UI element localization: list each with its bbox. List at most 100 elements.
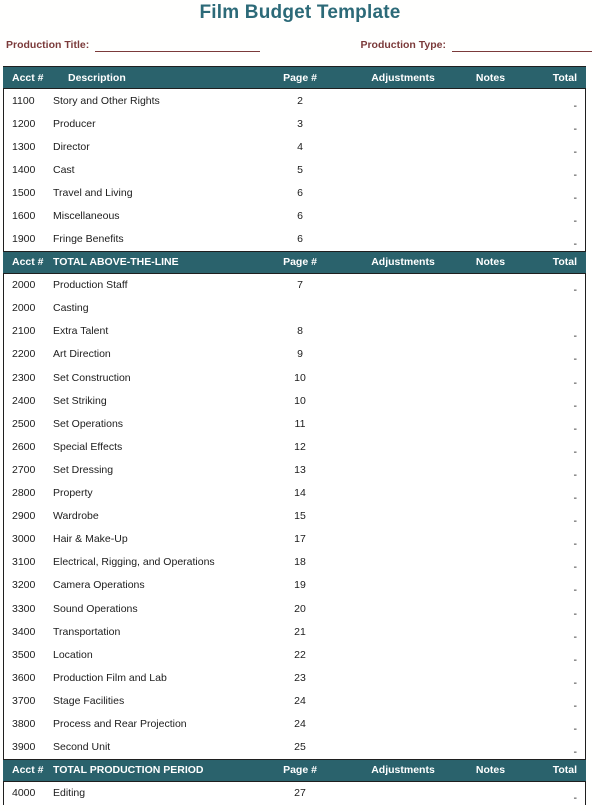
cell-acct: 2700: [12, 463, 36, 476]
table-column-header-row: Acct # Description Page # Adjustments Notes T…: [3, 66, 586, 89]
cell-desc: Art Direction: [53, 348, 111, 361]
cell-page: 24: [294, 717, 306, 730]
cell-page: 5: [297, 163, 303, 176]
cell-desc: Wardrobe: [53, 510, 99, 523]
table-row[interactable]: 2000 Production Staff 7 -: [4, 273, 585, 297]
column-header-total: Total: [552, 256, 577, 269]
table-row[interactable]: 4000 Editing 27 -: [4, 781, 585, 805]
cell-desc: Property: [53, 487, 93, 500]
cell-desc: Miscellaneous: [53, 210, 120, 223]
cell-page: 22: [294, 648, 306, 661]
table-row[interactable]: 3300 Sound Operations 20 -: [4, 596, 585, 621]
table-row[interactable]: 3800 Process and Rear Projection 24 -: [4, 712, 585, 736]
cell-desc: Set Striking: [53, 394, 107, 407]
cell-desc: Story and Other Rights: [53, 94, 160, 107]
cell-total: -: [573, 376, 578, 389]
cell-desc: Producer: [53, 117, 96, 130]
table-row[interactable]: 1300 Director 4 -: [4, 135, 585, 159]
cell-desc: Hair & Make-Up: [53, 533, 128, 546]
cell-acct: 3100: [12, 556, 36, 569]
cell-acct: 2000: [12, 279, 36, 292]
cell-desc: Set Dressing: [53, 463, 114, 476]
table-row[interactable]: 1900 Fringe Benefits 6 -: [4, 227, 585, 251]
cell-acct: 1400: [12, 163, 36, 176]
cell-page: 2: [297, 94, 303, 107]
table-row[interactable]: 3200 Camera Operations 19 -: [4, 573, 585, 597]
cell-acct: 3400: [12, 625, 36, 638]
cell-desc: Special Effects: [53, 440, 123, 453]
table-row[interactable]: 2100 Extra Talent 8 -: [4, 319, 585, 343]
film-budget-template-page: Film Budget Template Production Title: P…: [0, 0, 600, 811]
table-row[interactable]: 2800 Property 14 -: [4, 481, 585, 505]
table-row[interactable]: 3500 Location 22 -: [4, 643, 585, 667]
column-header-desc: TOTAL ABOVE-THE-LINE: [53, 256, 179, 269]
cell-acct: 3000: [12, 533, 36, 546]
table-row[interactable]: 2300 Set Construction 10 -: [4, 366, 585, 390]
cell-acct: 2200: [12, 348, 36, 361]
column-header-desc: TOTAL PRODUCTION PERIOD: [53, 764, 204, 777]
production-type-label: Production Type:: [360, 39, 446, 51]
cell-total: -: [573, 99, 578, 112]
cell-acct: 1600: [12, 210, 36, 223]
cell-acct: 2600: [12, 440, 36, 453]
table-row[interactable]: 2700 Set Dressing 13 -: [4, 458, 585, 482]
column-header-acct: Acct #: [12, 71, 44, 84]
cell-desc: Fringe Benefits: [53, 233, 124, 246]
cell-page: 17: [294, 533, 306, 546]
cell-total: -: [573, 284, 578, 297]
cell-page: 23: [294, 671, 306, 684]
cell-desc: Director: [53, 140, 90, 153]
cell-page: 15: [294, 510, 306, 523]
cell-total: -: [573, 792, 578, 805]
cell-page: 14: [294, 487, 306, 500]
table-row[interactable]: 1400 Cast 5 -: [4, 158, 585, 182]
cell-total: -: [573, 445, 578, 458]
table-row[interactable]: 3400 Transportation 21 -: [4, 620, 585, 644]
production-title-field[interactable]: Production Title:: [6, 39, 261, 52]
cell-acct: 4000: [12, 787, 36, 800]
production-title-input[interactable]: [95, 39, 261, 52]
table-row[interactable]: 2900 Wardrobe 15 -: [4, 504, 585, 528]
cell-desc: Transportation: [53, 625, 121, 638]
page-title: Film Budget Template: [199, 2, 401, 23]
cell-total: -: [573, 145, 578, 158]
table-row[interactable]: 2200 Art Direction 9 -: [4, 342, 585, 367]
cell-page: 4: [297, 140, 303, 153]
table-row[interactable]: 1500 Travel and Living 6 -: [4, 181, 585, 205]
production-type-input[interactable]: [452, 39, 592, 52]
table-row[interactable]: 3100 Electrical, Rigging, and Operations 1…: [4, 550, 585, 574]
cell-page: 6: [297, 186, 303, 199]
production-title-label: Production Title:: [6, 39, 90, 51]
column-header-acct: Acct #: [12, 256, 44, 269]
table-row[interactable]: 2600 Special Effects 12 -: [4, 435, 585, 459]
table-row[interactable]: 1200 Producer 3 -: [4, 112, 585, 136]
cell-page: 10: [294, 371, 306, 384]
table-row[interactable]: 3900 Second Unit 25 -: [4, 735, 585, 759]
cell-acct: 1900: [12, 233, 36, 246]
cell-total: -: [573, 515, 578, 528]
production-type-field[interactable]: Production Type:: [360, 39, 592, 52]
production-fields-row: Production Title: Production Type:: [0, 30, 600, 52]
table-row[interactable]: 3700 Stage Facilities 24 -: [4, 689, 585, 713]
cell-page: 13: [294, 463, 306, 476]
cell-page: 8: [297, 325, 303, 338]
table-row[interactable]: 3600 Production Film and Lab 23 -: [4, 666, 585, 690]
cell-page: 25: [294, 741, 306, 754]
cell-desc: Electrical, Rigging, and Operations: [53, 556, 215, 569]
column-header-total: Total: [552, 764, 577, 777]
table-row[interactable]: 1100 Story and Other Rights 2 -: [4, 89, 585, 113]
section-header-row: Acct # TOTAL PRODUCTION PERIOD Page # Adjus…: [3, 758, 586, 782]
cell-desc: Set Construction: [53, 371, 131, 384]
column-header-page: Page #: [283, 256, 317, 269]
cell-acct: 1200: [12, 117, 36, 130]
column-header-adj: Adjustments: [371, 764, 435, 777]
cell-page: 7: [297, 279, 303, 292]
cell-page: 10: [294, 394, 306, 407]
table-row[interactable]: 2000 Casting: [4, 296, 585, 320]
table-row[interactable]: 2400 Set Striking 10 -: [4, 389, 585, 413]
table-row[interactable]: 2500 Set Operations 11 -: [4, 412, 585, 436]
column-header-desc: Description: [68, 71, 126, 84]
table-row[interactable]: 1600 Miscellaneous 6 -: [4, 204, 585, 228]
cell-total: -: [573, 191, 578, 204]
table-row[interactable]: 3000 Hair & Make-Up 17 -: [4, 527, 585, 551]
